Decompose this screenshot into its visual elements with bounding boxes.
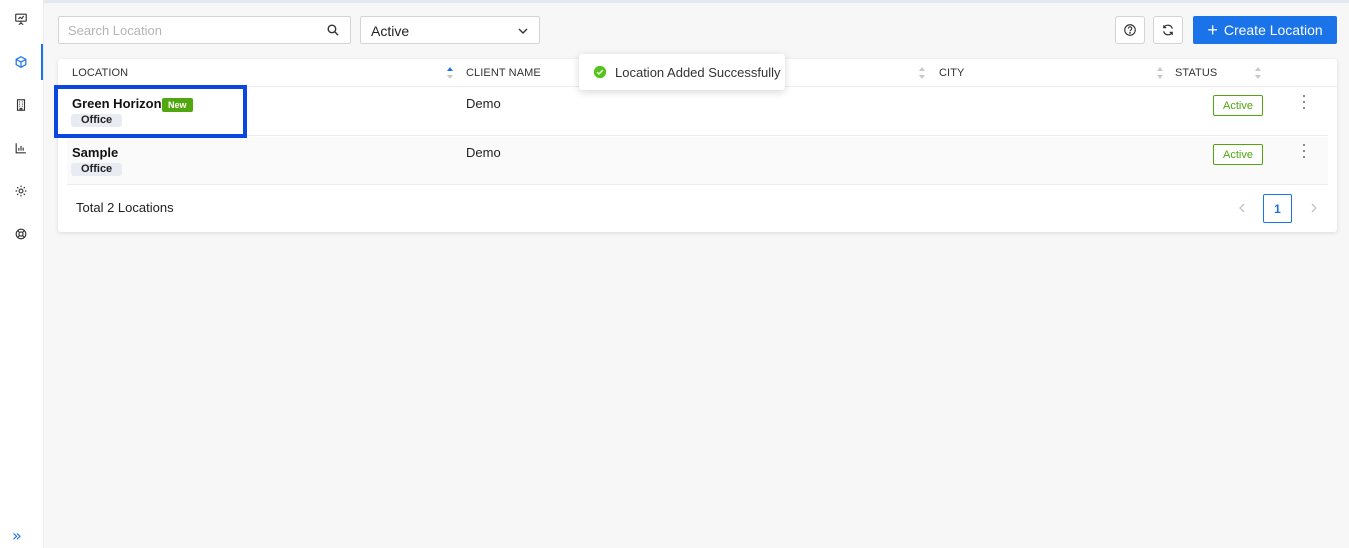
chevron-left-icon[interactable] [1236,202,1248,214]
support-icon[interactable] [10,223,32,245]
total-count: Total 2 Locations [76,200,174,215]
status-filter-select[interactable]: Active [360,16,540,44]
top-divider [0,0,1349,3]
refresh-icon [1163,24,1173,36]
client-name: Demo [466,145,501,160]
column-header-city[interactable]: CITY [939,67,964,79]
search-icon[interactable] [326,23,340,37]
sort-icon[interactable] [918,66,926,80]
cube-icon[interactable] [10,51,32,73]
bar-chart-icon[interactable] [10,137,32,159]
chevron-down-icon [518,28,528,34]
gear-icon[interactable] [10,180,32,202]
pagination-page[interactable]: 1 [1263,194,1292,223]
status-badge: Active [1213,95,1263,116]
table-row[interactable]: Sample Office Demo Active [67,137,1328,185]
search-input[interactable] [59,17,309,43]
column-header-status[interactable]: STATUS [1175,67,1217,79]
sort-icon[interactable] [1254,66,1262,80]
location-type-tag: Office [71,163,123,176]
client-name: Demo [466,96,501,111]
building-icon[interactable] [10,94,32,116]
success-toast: Location Added Successfully [579,54,785,90]
status-filter-value: Active [371,23,410,39]
help-button[interactable] [1115,16,1145,44]
toast-message: Location Added Successfully [615,64,781,80]
refresh-button[interactable] [1153,16,1183,44]
sort-icon[interactable] [1156,66,1164,80]
table-row[interactable]: Green Horizon New Office Demo Active [67,88,1328,136]
check-circle-icon [593,65,607,79]
location-name[interactable]: Sample [72,145,118,160]
column-header-client-name[interactable]: CLIENT NAME [466,67,541,79]
chevron-right-icon[interactable] [1308,202,1320,214]
create-location-button[interactable]: + Create Location [1193,16,1337,44]
sidebar-active-indicator [41,44,43,80]
status-badge: Active [1213,144,1263,165]
more-options-icon[interactable] [1299,94,1309,110]
create-location-label: Create Location [1223,22,1323,38]
more-options-icon[interactable] [1299,143,1309,159]
presentation-icon[interactable] [10,8,32,30]
sidebar: » [0,0,44,548]
help-icon [1124,24,1136,36]
plus-icon: + [1207,20,1218,40]
column-header-location[interactable]: LOCATION [72,67,128,79]
expand-sidebar-icon[interactable]: » [12,528,22,544]
search-box [58,16,351,44]
highlight-box [54,85,247,138]
sort-icon[interactable] [446,66,454,80]
